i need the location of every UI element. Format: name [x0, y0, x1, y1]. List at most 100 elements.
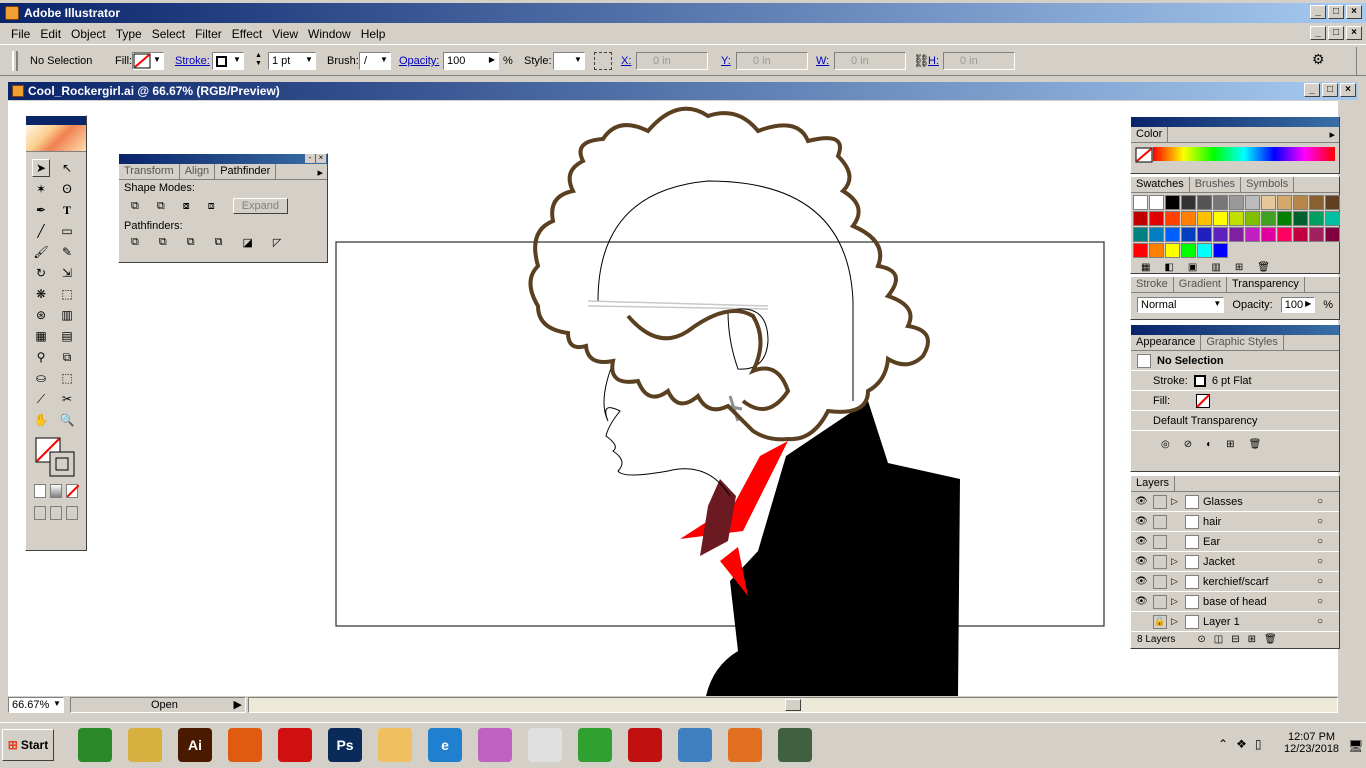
control-bar-scroll[interactable]: [1356, 47, 1366, 75]
eyedropper-icon[interactable]: ⚲: [32, 348, 50, 366]
merge-icon[interactable]: ⧉: [187, 236, 195, 249]
rotate-tool-icon[interactable]: ↻: [32, 264, 50, 282]
layer-row[interactable]: 👁 ▷ base of head ○: [1131, 592, 1339, 612]
clipping-mask-icon[interactable]: ◫: [1214, 634, 1223, 645]
zoom-tool-icon[interactable]: 🔍: [58, 411, 76, 429]
color-swatch[interactable]: [1309, 211, 1324, 226]
swatch-library-icon[interactable]: ▦: [1141, 262, 1150, 273]
intersect-shape-icon[interactable]: ⧇: [183, 200, 190, 213]
menu-view[interactable]: View: [267, 27, 303, 41]
tab-transparency[interactable]: Transparency: [1227, 277, 1305, 292]
layer-row[interactable]: 👁 hair ○: [1131, 512, 1339, 532]
new-color-group-icon[interactable]: ▥: [1211, 262, 1220, 273]
new-art-basic-icon[interactable]: ◎: [1161, 439, 1170, 450]
quill-icon[interactable]: [678, 728, 712, 762]
minus-back-icon[interactable]: ◸: [273, 236, 281, 249]
target-icon[interactable]: ○: [1317, 496, 1323, 507]
lock-toggle[interactable]: [1153, 594, 1167, 609]
color-swatch[interactable]: [1213, 195, 1228, 210]
maximize-button[interactable]: □: [1328, 5, 1344, 19]
color-swatch[interactable]: [1277, 211, 1292, 226]
tray-expand-icon[interactable]: ⌃: [1218, 737, 1228, 751]
line-tool-icon[interactable]: ╱: [32, 222, 50, 240]
screen-mode-full-icon[interactable]: [66, 506, 78, 520]
color-swatch[interactable]: [1165, 227, 1180, 242]
style-dropdown[interactable]: ▼: [553, 52, 585, 70]
color-swatch[interactable]: [1213, 211, 1228, 226]
paintbrush-icon[interactable]: 🖌: [32, 243, 50, 261]
status-menu[interactable]: Open ▶: [70, 697, 246, 713]
color-swatch[interactable]: [1325, 195, 1340, 210]
menu-help[interactable]: Help: [356, 27, 391, 41]
tab-layers[interactable]: Layers: [1131, 476, 1176, 491]
slice-tool-icon[interactable]: ⟋: [32, 390, 50, 408]
layer-name[interactable]: base of head: [1203, 596, 1313, 608]
outline-icon[interactable]: ◪: [242, 236, 252, 249]
delete-item-icon[interactable]: 🗑: [1249, 439, 1262, 450]
tab-appearance[interactable]: Appearance: [1131, 335, 1202, 350]
expand-triangle-icon[interactable]: ▷: [1171, 496, 1181, 507]
menu-edit[interactable]: Edit: [35, 27, 66, 41]
w-field[interactable]: 0 in: [834, 52, 906, 70]
layer-name[interactable]: Jacket: [1203, 556, 1313, 568]
firefox2-icon[interactable]: [728, 728, 762, 762]
fill-stroke-swatches[interactable]: [34, 436, 86, 480]
layer-name[interactable]: Ear: [1203, 536, 1313, 548]
lock-toggle[interactable]: [1153, 554, 1167, 569]
color-mode-icon[interactable]: [34, 484, 46, 498]
exclude-shape-icon[interactable]: ⧈: [208, 200, 215, 213]
app-restore-button[interactable]: □: [1328, 26, 1344, 40]
color-swatch[interactable]: [1149, 195, 1164, 210]
live-paint-selection-icon[interactable]: ⬚: [58, 369, 76, 387]
scale-tool-icon[interactable]: ⇲: [58, 264, 76, 282]
transparency-opacity-field[interactable]: 100 ▶: [1280, 297, 1316, 313]
brush-dropdown[interactable]: / ▼: [359, 52, 391, 70]
color-swatch[interactable]: [1293, 227, 1308, 242]
layer-name[interactable]: Glasses: [1203, 496, 1313, 508]
tab-pathfinder[interactable]: Pathfinder: [215, 164, 277, 179]
lock-toggle[interactable]: [1153, 534, 1167, 549]
acrobat-icon[interactable]: [628, 728, 662, 762]
creative-cloud-icon[interactable]: [278, 728, 312, 762]
color-swatch[interactable]: [1149, 243, 1164, 258]
tab-symbols[interactable]: Symbols: [1241, 177, 1295, 192]
opacity-field[interactable]: 100 ▶: [443, 52, 499, 70]
clock-date[interactable]: 12/23/2018: [1284, 743, 1339, 755]
y-label[interactable]: Y:: [721, 55, 731, 67]
blend-tool-icon[interactable]: ⧉: [58, 348, 76, 366]
color-swatch[interactable]: [1149, 211, 1164, 226]
fill-dropdown[interactable]: ▼: [132, 52, 164, 70]
pathfinder-menu-icon[interactable]: ▸: [317, 166, 323, 179]
tab-graphic-styles[interactable]: Graphic Styles: [1201, 335, 1284, 350]
expand-triangle-icon[interactable]: ▷: [1171, 576, 1181, 587]
network-icon[interactable]: [778, 728, 812, 762]
divide-icon[interactable]: ⧉: [131, 236, 139, 249]
stroke-weight-stepper[interactable]: ▲ ▼: [255, 52, 267, 70]
clock-time[interactable]: 12:07 PM: [1284, 731, 1339, 743]
color-spectrum-bar[interactable]: [1153, 147, 1335, 161]
target-icon[interactable]: ○: [1317, 556, 1323, 567]
new-sublayer-icon[interactable]: ⊟: [1231, 634, 1239, 645]
trim-icon[interactable]: ⧉: [159, 236, 167, 249]
gecko-icon[interactable]: [78, 728, 112, 762]
menu-filter[interactable]: Filter: [190, 27, 227, 41]
tab-stroke[interactable]: Stroke: [1131, 277, 1174, 292]
reduce-basic-icon[interactable]: ◐: [1206, 439, 1212, 450]
color-swatch[interactable]: [1325, 227, 1340, 242]
color-swatch[interactable]: [1181, 227, 1196, 242]
color-swatch[interactable]: [1261, 195, 1276, 210]
locate-object-icon[interactable]: ⊙: [1197, 634, 1205, 645]
firefox-icon[interactable]: [228, 728, 262, 762]
file-explorer-icon[interactable]: [128, 728, 162, 762]
free-transform-icon[interactable]: ⬚: [58, 285, 76, 303]
color-swatch[interactable]: [1293, 211, 1308, 226]
scroll-thumb[interactable]: [785, 699, 801, 711]
duplicate-item-icon[interactable]: ⊞: [1226, 439, 1234, 450]
color-swatch[interactable]: [1181, 243, 1196, 258]
gradient-tool-icon[interactable]: ▤: [58, 327, 76, 345]
color-swatch[interactable]: [1133, 243, 1148, 258]
layer-row[interactable]: 👁 ▷ Jacket ○: [1131, 552, 1339, 572]
w-label[interactable]: W:: [816, 55, 829, 67]
tab-align[interactable]: Align: [180, 164, 216, 179]
horizontal-scrollbar[interactable]: [248, 697, 1338, 713]
